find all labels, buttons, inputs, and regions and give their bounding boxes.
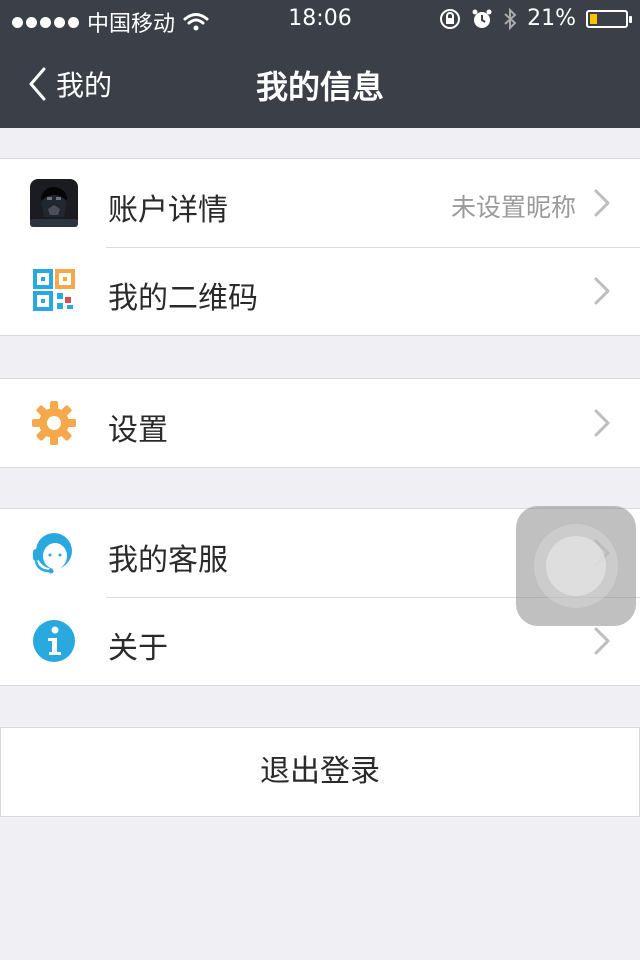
my-qr-code-row[interactable]: 我的二维码: [0, 247, 640, 335]
settings-group: 设置: [0, 378, 640, 468]
my-qr-code-label: 我的二维码: [108, 281, 258, 316]
assistive-touch-inner-circle: [546, 536, 606, 596]
status-right: 21%: [439, 6, 632, 31]
rotation-lock-icon: [440, 8, 461, 29]
battery-level-fill: [590, 13, 597, 24]
account-details-row[interactable]: 账户详情 未设置昵称: [0, 159, 640, 247]
chevron-right-icon: [594, 277, 610, 305]
assistive-touch-button[interactable]: [516, 506, 636, 626]
about-label: 关于: [108, 631, 168, 666]
alarm-icon: [472, 9, 492, 28]
account-group: 账户详情 未设置昵称 我的二维码: [0, 158, 640, 336]
nickname-value: 未设置昵称: [450, 193, 576, 222]
logout-button[interactable]: 退出登录: [0, 727, 640, 817]
gear-icon: [32, 401, 76, 445]
status-bar: 中国移动 18:06 21%: [0, 0, 640, 40]
info-icon: [33, 620, 75, 662]
chevron-right-icon: [594, 627, 610, 655]
bluetooth-icon: [504, 7, 517, 30]
battery-icon: [586, 9, 632, 28]
settings-row[interactable]: 设置: [0, 379, 640, 467]
customer-service-label: 我的客服: [108, 543, 228, 578]
avatar-icon: [30, 179, 78, 227]
settings-label: 设置: [108, 413, 168, 448]
chevron-right-icon: [594, 409, 610, 437]
page-title: 我的信息: [255, 68, 384, 106]
qr-code-icon: [33, 269, 75, 311]
battery-percentage: 21%: [527, 6, 576, 31]
customer-service-icon: [33, 533, 72, 574]
account-details-label: 账户详情: [108, 193, 228, 228]
chevron-right-icon: [594, 189, 610, 217]
navigation-bar: 我的 我的信息: [0, 40, 640, 128]
